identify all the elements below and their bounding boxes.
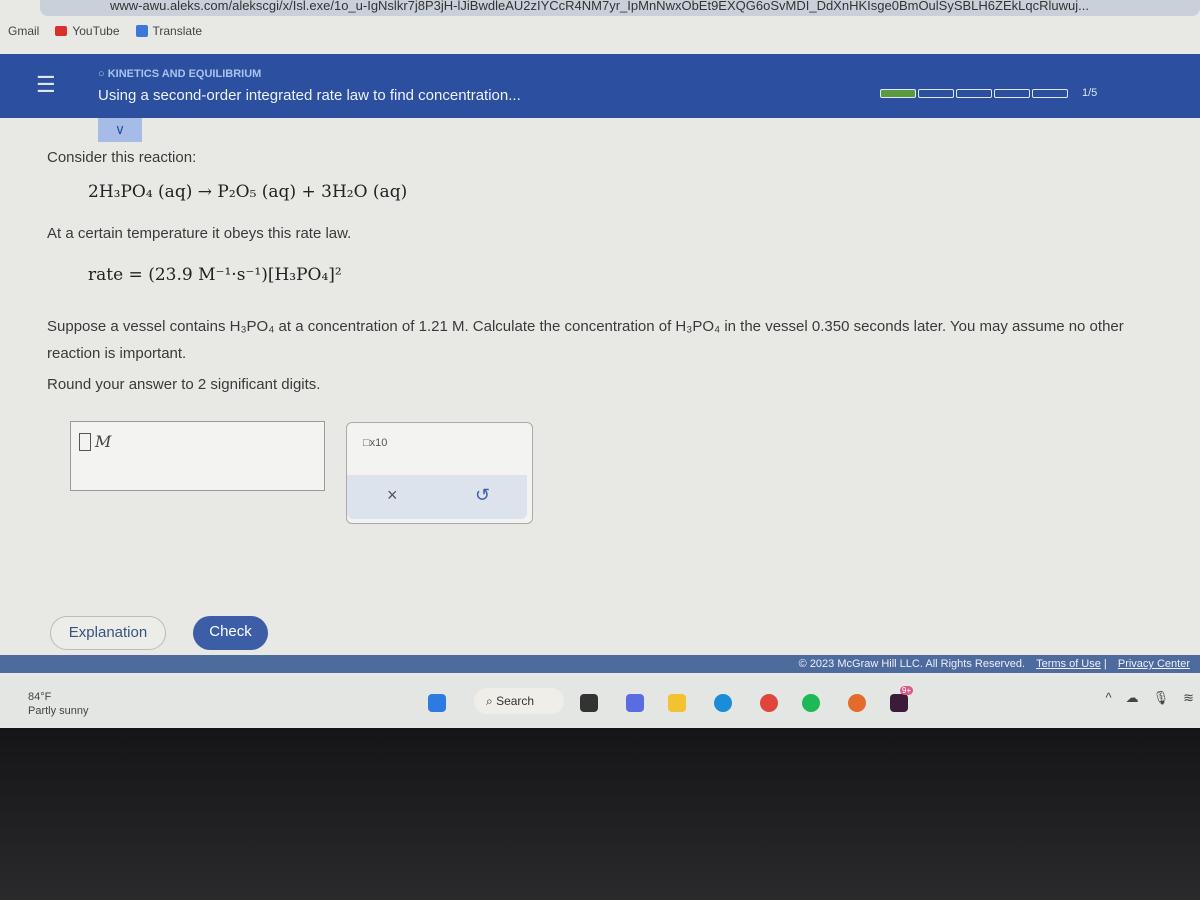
address-bar[interactable]: www-awu.aleks.com/alekscgi/x/Isl.exe/1o_… — [40, 0, 1200, 16]
copyright: © 2023 McGraw Hill LLC. All Rights Reser… — [798, 658, 1026, 670]
progress-segment — [956, 89, 992, 98]
page-title: Using a second-order integrated rate law… — [98, 87, 521, 104]
wifi-icon[interactable]: ≋ — [1183, 690, 1194, 706]
sci-notation-button[interactable]: □x10 — [363, 437, 387, 449]
topic-text: KINETICS AND EQUILIBRIUM — [107, 68, 262, 80]
progress-bar — [880, 89, 1068, 98]
privacy-link[interactable]: Privacy Center — [1118, 658, 1190, 670]
progress-segment — [918, 89, 954, 98]
app-icon[interactable] — [848, 694, 866, 712]
meet-icon[interactable] — [626, 694, 644, 712]
weather-condition: Partly sunny — [28, 705, 89, 717]
progress-label: 1/5 — [1082, 87, 1098, 99]
topic-label: ○ KINETICS AND EQUILIBRIUM — [98, 68, 262, 80]
collapse-chevron-icon[interactable]: ∨ — [98, 118, 142, 142]
undo-button[interactable]: ↺ — [475, 485, 490, 506]
progress-segment — [994, 89, 1030, 98]
taskbar-search[interactable]: ⌕ Search — [474, 688, 564, 714]
bookmarks-bar: Gmail YouTube Translate — [8, 24, 202, 38]
footer: © 2023 McGraw Hill LLC. All Rights Reser… — [0, 655, 1200, 673]
windows-start-icon[interactable] — [428, 694, 446, 712]
sci-notation-label: x10 — [369, 437, 388, 449]
answer-box: M — [70, 421, 325, 491]
cloud-icon[interactable]: ☁ — [1126, 690, 1139, 706]
edge-icon[interactable] — [714, 694, 732, 712]
check-button[interactable]: Check — [193, 616, 268, 650]
bookmark-label: YouTube — [72, 24, 120, 38]
screen: www-awu.aleks.com/alekscgi/x/Isl.exe/1o_… — [0, 0, 1200, 728]
math-toolbar: □x10 × ↺ — [346, 422, 533, 524]
question-text: Suppose a vessel contains H₃PO₄ at a con… — [47, 318, 1124, 362]
action-row: × ↺ — [347, 475, 527, 519]
taskbar: 84°F Partly sunny ⌕ Search 9+ ^ ☁ 🎙 ≋ — [0, 676, 1200, 726]
temperature: 84°F — [28, 691, 52, 703]
search-label: Search — [496, 694, 535, 708]
chrome-icon[interactable] — [760, 694, 778, 712]
rate-intro-text: At a certain temperature it obeys this r… — [47, 225, 352, 242]
bookmark-youtube[interactable]: YouTube — [55, 24, 120, 38]
rate-law: rate = (23.9 M⁻¹·s⁻¹)[H₃PO₄]² — [88, 265, 342, 285]
answer-unit: M — [95, 432, 112, 451]
chevron-up-icon[interactable]: ^ — [1105, 690, 1111, 706]
youtube-icon — [55, 26, 68, 36]
intro-text: Consider this reaction: — [47, 149, 197, 166]
progress-segment — [880, 89, 916, 98]
mic-icon[interactable]: 🎙 — [1153, 690, 1170, 706]
reaction-equation: 2H₃PO₄ (aq) → P₂O₅ (aq) + 3H₂O (aq) — [88, 182, 408, 202]
bookmark-translate[interactable]: Translate — [135, 24, 203, 38]
aleks-header: ☰ ○ KINETICS AND EQUILIBRIUM Using a sec… — [0, 54, 1200, 118]
translate-icon — [135, 25, 148, 37]
rounding-text: Round your answer to 2 significant digit… — [47, 376, 321, 393]
bookmark-gmail[interactable]: Gmail — [8, 24, 39, 38]
system-tray[interactable]: ^ ☁ 🎙 ≋ — [1105, 690, 1194, 706]
spotify-icon[interactable] — [802, 694, 820, 712]
answer-input[interactable]: M — [79, 432, 111, 451]
laptop-bezel — [0, 728, 1200, 900]
explanation-button[interactable]: Explanation — [50, 616, 166, 650]
notification-app-icon[interactable]: 9+ — [890, 686, 914, 712]
progress-segment — [1032, 89, 1068, 98]
file-explorer-icon[interactable] — [668, 694, 686, 712]
task-view-icon[interactable] — [580, 694, 598, 712]
menu-icon[interactable]: ☰ — [36, 72, 56, 98]
bookmark-label: Translate — [152, 24, 203, 38]
badge: 9+ — [900, 686, 914, 695]
terms-link[interactable]: Terms of Use — [1036, 658, 1101, 670]
answer-field[interactable] — [79, 432, 91, 451]
clear-button[interactable]: × — [387, 485, 398, 506]
weather-widget[interactable]: 84°F Partly sunny — [28, 690, 89, 718]
